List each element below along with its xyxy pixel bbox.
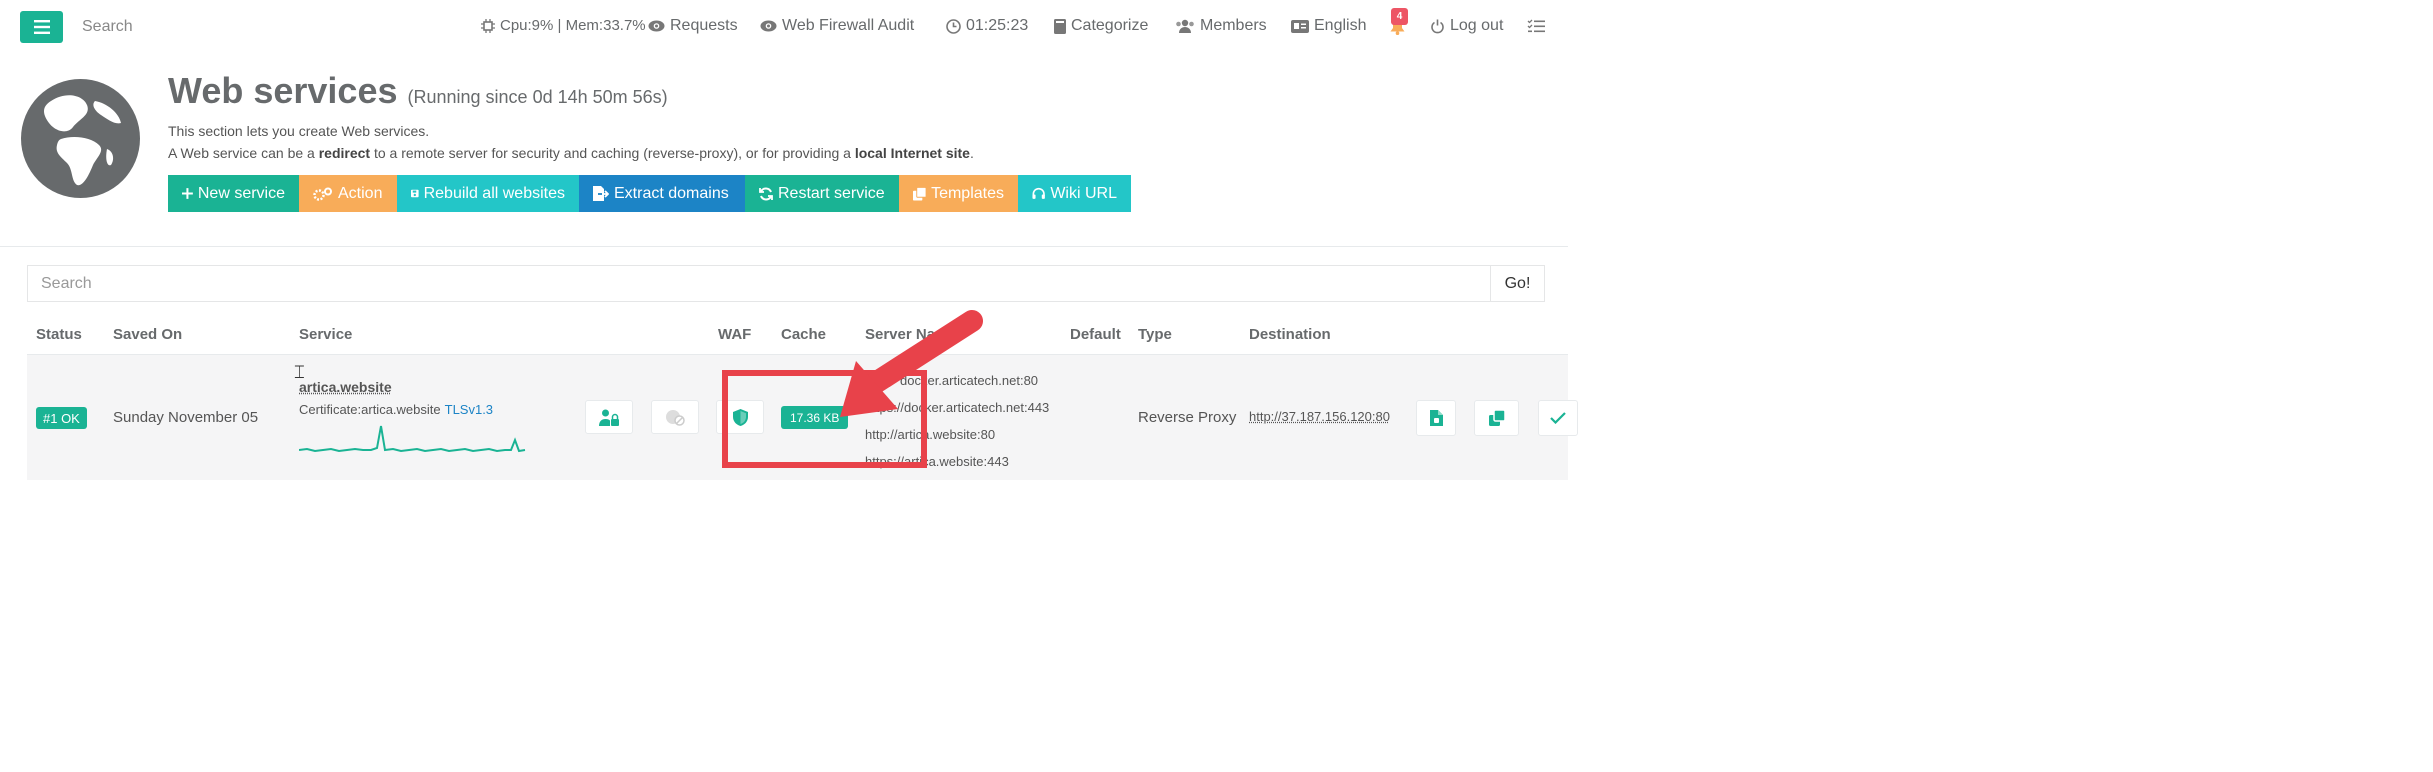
save-icon [411, 189, 419, 198]
extract-domains-button[interactable]: Extract domains [579, 175, 745, 212]
copy-icon [913, 186, 927, 201]
power-icon [1431, 19, 1444, 33]
templates-label: Templates [931, 184, 1004, 202]
globe-block-icon [666, 409, 685, 426]
duplicate-button[interactable] [1474, 400, 1519, 436]
certificate-text: Certificate:artica.website [299, 402, 441, 417]
service-name-link[interactable]: artica.website [299, 379, 392, 395]
header-default[interactable]: Default [1070, 326, 1121, 343]
hamburger-icon [33, 20, 50, 34]
enable-check-button[interactable] [1538, 400, 1578, 436]
action-button-row: New service Action Rebuild all websites … [168, 175, 1131, 212]
certificate-info: Certificate:artica.website TLSv1.3 [299, 402, 493, 417]
cpu-icon [481, 18, 495, 33]
globe-block-button[interactable] [651, 400, 699, 434]
header-type[interactable]: Type [1138, 326, 1172, 343]
nav-language-label: English [1314, 17, 1367, 34]
restart-service-button[interactable]: Restart service [745, 175, 899, 212]
new-service-label: New service [197, 184, 285, 202]
nav-categorize-label: Categorize [1071, 17, 1149, 34]
tls-version: TLSv1.3 [444, 402, 494, 417]
language-card-icon [1291, 19, 1309, 33]
saved-on-cell: Sunday November 05 [113, 409, 259, 426]
status-badge: #1 OK [36, 407, 87, 429]
cpu-mem-text: Cpu:9% | Mem:33.7% [500, 17, 646, 34]
next-row-partial [27, 480, 1568, 498]
nav-language[interactable]: English [1291, 17, 1366, 35]
task-list-button[interactable] [1527, 19, 1545, 39]
type-cell: Reverse Proxy [1138, 409, 1237, 426]
description-line-1: This section lets you create Web service… [168, 123, 430, 139]
eye-icon [648, 20, 665, 32]
description-redirect: redirect [318, 145, 371, 161]
nav-waf-audit-label: Web Firewall Audit [782, 17, 915, 34]
nav-logout-label: Log out [1450, 17, 1504, 34]
top-search-input[interactable]: Search [82, 18, 133, 36]
header-saved-on[interactable]: Saved On [113, 326, 182, 343]
header-waf[interactable]: WAF [718, 326, 751, 343]
rebuild-label: Rebuild all websites [423, 184, 565, 202]
nav-members[interactable]: Members [1175, 17, 1267, 35]
nav-requests[interactable]: Requests [648, 17, 738, 35]
destination-link[interactable]: http://37.187.156.120:80 [1249, 409, 1390, 424]
clock-icon [946, 18, 961, 34]
clone-icon [1488, 410, 1505, 426]
nav-members-label: Members [1200, 17, 1267, 34]
new-service-button[interactable]: New service [168, 175, 299, 212]
page-title: Web services (Running since 0d 14h 50m 5… [168, 70, 668, 112]
description-part: A Web service can be a [168, 145, 319, 161]
menu-toggle-button[interactable] [20, 11, 63, 43]
export-config-button[interactable] [1416, 400, 1456, 436]
refresh-icon [759, 187, 773, 200]
page-title-text: Web services [168, 70, 398, 111]
rebuild-websites-button[interactable]: Rebuild all websites [397, 175, 579, 212]
action-button[interactable]: Action [299, 175, 397, 212]
plus-icon [182, 188, 193, 199]
file-export-icon [593, 186, 609, 201]
running-since-text: (Running since 0d 14h 50m 56s) [407, 87, 668, 107]
notifications-count-badge: 4 [1391, 8, 1408, 25]
nav-requests-label: Requests [670, 17, 738, 34]
go-button[interactable]: Go! [1490, 265, 1545, 302]
users-icon [1176, 19, 1194, 33]
clock-text: 01:25:23 [966, 17, 1029, 34]
annotation-arrow [840, 310, 983, 417]
text-cursor-icon: ⌶ [294, 362, 305, 382]
gears-icon [313, 187, 332, 201]
description-part: to a remote server for security and cach… [370, 145, 855, 161]
headset-icon [1032, 187, 1045, 199]
task-list-icon [1527, 19, 1545, 33]
templates-button[interactable]: Templates [899, 175, 1018, 212]
header-status[interactable]: Status [36, 326, 82, 343]
nav-categorize[interactable]: Categorize [1054, 17, 1148, 35]
cpu-mem-indicator: Cpu:9% | Mem:33.7% [481, 17, 646, 34]
restart-label: Restart service [778, 184, 885, 202]
section-divider [0, 246, 1568, 247]
action-label: Action [338, 184, 383, 202]
nav-clock: 01:25:23 [946, 17, 1028, 35]
globe-icon [21, 79, 140, 198]
traffic-sparkline [299, 425, 526, 453]
header-service[interactable]: Service [299, 326, 352, 343]
book-icon [1054, 18, 1066, 34]
user-lock-icon [599, 409, 619, 426]
header-destination[interactable]: Destination [1249, 326, 1331, 343]
file-icon [1429, 410, 1443, 426]
nav-waf-audit[interactable]: Web Firewall Audit [760, 17, 914, 35]
description-line-2: A Web service can be a redirect to a rem… [168, 145, 974, 161]
check-icon [1550, 412, 1566, 424]
nav-logout[interactable]: Log out [1430, 17, 1503, 35]
table-search-input[interactable]: Search [27, 265, 1491, 302]
description-part: . [969, 145, 974, 161]
description-local-site: local Internet site [854, 145, 970, 161]
extract-label: Extract domains [614, 184, 729, 202]
wiki-url-button[interactable]: Wiki URL [1018, 175, 1131, 212]
wiki-label: Wiki URL [1050, 184, 1117, 202]
eye-icon [760, 20, 777, 32]
user-lock-button[interactable] [585, 400, 633, 434]
